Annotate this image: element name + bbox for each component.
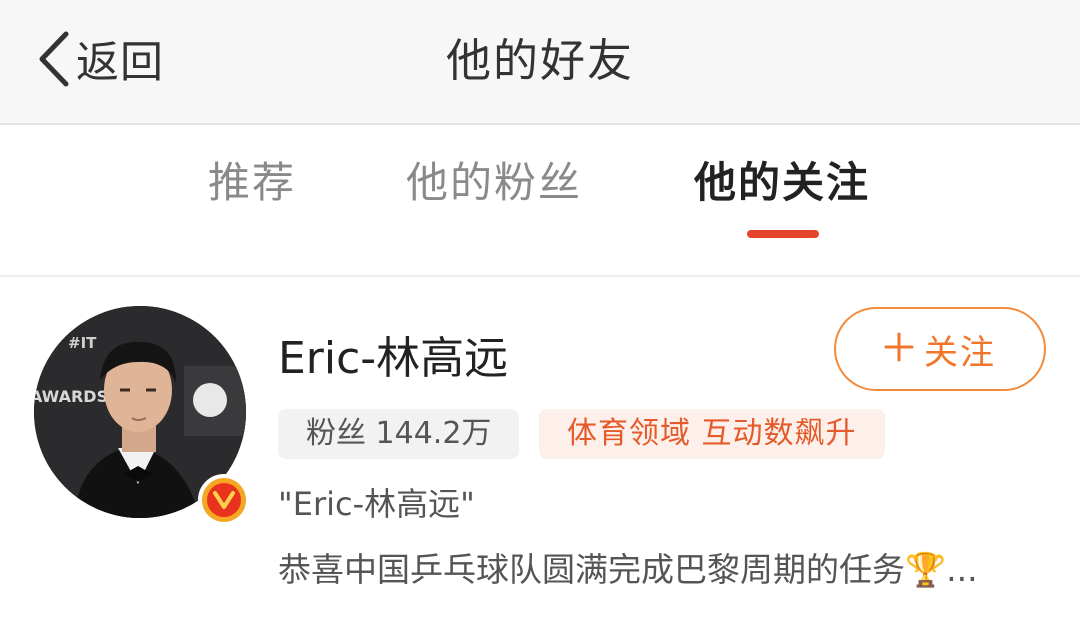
fans-count-tag: 粉丝 144.2万 xyxy=(278,409,520,459)
user-remark: "Eric-林高远" xyxy=(278,485,475,523)
user-name[interactable]: Eric-林高远 xyxy=(278,329,508,389)
chevron-left-icon xyxy=(36,30,70,88)
tab-recommend[interactable]: 推荐 xyxy=(208,153,296,213)
follow-button[interactable]: 关注 xyxy=(834,307,1046,391)
user-list-item[interactable]: #IT AWARDS Eric-林高远 粉丝 144.2万 体育领域 互动数飙升… xyxy=(0,277,1080,618)
avatar-text-top: #IT xyxy=(68,334,97,352)
domain-tag: 体育领域 互动数飙升 xyxy=(539,409,885,459)
verified-v-icon xyxy=(198,474,250,526)
tab-his-fans[interactable]: 他的粉丝 xyxy=(406,153,582,213)
page-title: 他的好友 xyxy=(445,34,634,87)
user-bio: 恭喜中国乒乓球队圆满完成巴黎周期的任务🏆... xyxy=(278,550,978,589)
tab-bar: 推荐 他的粉丝 他的关注 xyxy=(0,125,1080,277)
tab-his-following[interactable]: 他的关注 xyxy=(694,153,870,213)
active-tab-indicator xyxy=(747,230,819,238)
top-bar: 返回 他的好友 xyxy=(0,0,1080,125)
back-button[interactable]: 返回 xyxy=(36,22,164,96)
avatar-text-awards: AWARDS xyxy=(34,387,108,406)
follow-label: 关注 xyxy=(924,332,996,373)
back-label: 返回 xyxy=(76,38,164,88)
plus-icon xyxy=(884,332,914,366)
